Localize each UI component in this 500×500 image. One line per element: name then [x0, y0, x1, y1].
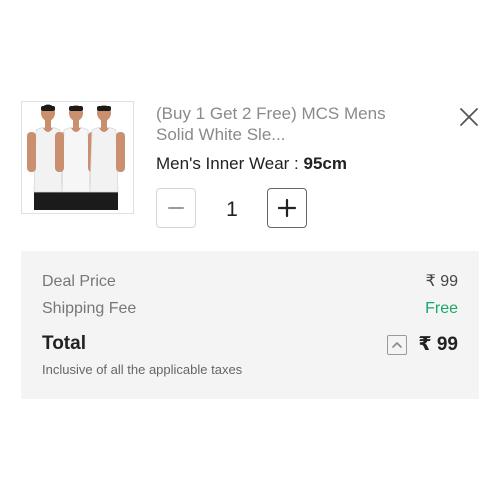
cart-item-sheet: (Buy 1 Get 2 Free) MCS Mens Solid White … — [0, 0, 500, 500]
price-summary: Deal Price ₹ 99 Shipping Fee Free Total … — [21, 251, 479, 399]
shipping-fee-value: Free — [425, 300, 458, 317]
shipping-fee-label: Shipping Fee — [42, 300, 137, 317]
variant-label: Men's Inner Wear : — [156, 154, 304, 173]
variant-info: Men's Inner Wear : 95cm — [156, 154, 347, 174]
expand-breakdown-button[interactable] — [387, 335, 407, 355]
deal-price-value: ₹ 99 — [425, 273, 458, 290]
total-value: ₹ 99 — [418, 334, 458, 355]
tax-note: Inclusive of all the applicable taxes — [42, 362, 243, 377]
product-title: (Buy 1 Get 2 Free) MCS Mens Solid White … — [156, 104, 386, 144]
minus-icon — [168, 207, 184, 209]
product-image[interactable] — [21, 101, 134, 214]
quantity-increase-button[interactable] — [267, 188, 307, 228]
quantity-value: 1 — [226, 198, 238, 221]
chevron-up-icon — [392, 342, 402, 348]
deal-price-label: Deal Price — [42, 273, 116, 290]
quantity-decrease-button[interactable] — [156, 188, 196, 228]
close-icon — [460, 108, 478, 126]
total-label: Total — [42, 333, 86, 354]
vests-illustration-icon — [27, 104, 125, 210]
close-button[interactable] — [458, 106, 480, 128]
plus-icon — [277, 198, 297, 218]
variant-size: 95cm — [303, 154, 347, 173]
